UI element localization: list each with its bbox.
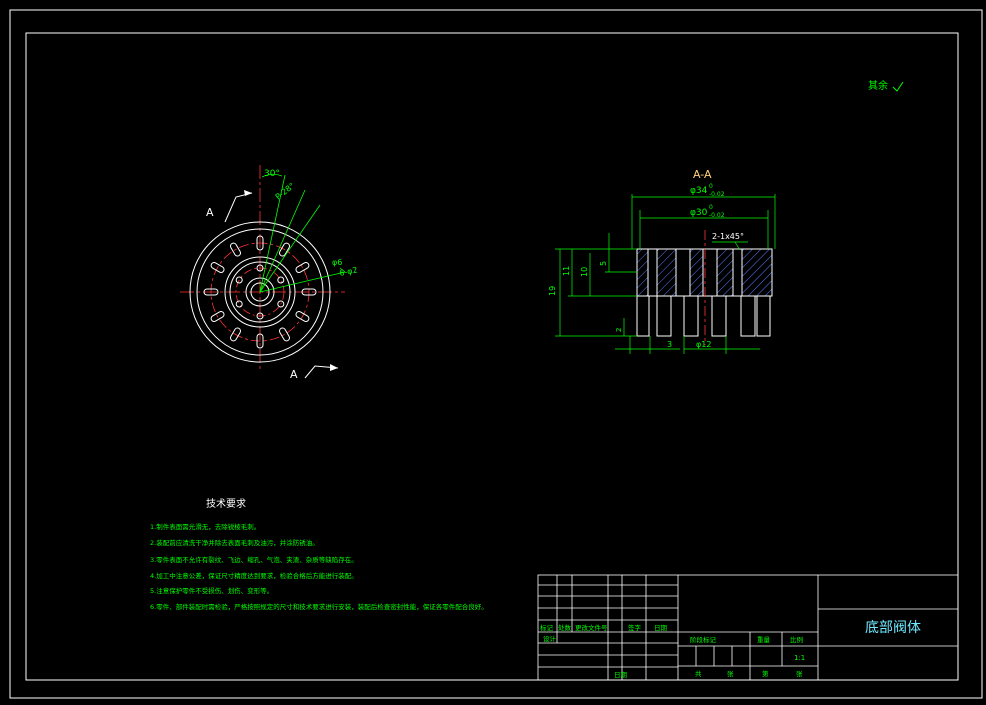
- leg-0: [636, 295, 650, 337]
- tech-req-item: 5.注意保护零件不受损伤、划伤、变形等。: [150, 586, 273, 595]
- tb-label: 处数: [558, 623, 572, 632]
- dim-d30-tol-lower: -0.02: [709, 212, 725, 219]
- tb-label: 第: [762, 669, 769, 678]
- cad-drawing: 其余 30° P-28° φ6 6-φ2 A A A-A φ34 0 -0.02…: [9, 9, 983, 699]
- dim-h19-label: 19: [548, 286, 557, 296]
- chamfer-label: 2-1x45°: [712, 232, 744, 241]
- tb-label: 更改文件号: [575, 623, 608, 632]
- tb-label: 共: [695, 669, 702, 678]
- dim-d30-tol-upper: 0: [709, 204, 713, 211]
- angle-leader-2: [259, 189, 306, 293]
- roughness-text: 其余: [868, 79, 888, 92]
- pitch-label: P-28°: [274, 181, 297, 201]
- leg-5: [756, 295, 771, 337]
- leg-2: [683, 295, 699, 337]
- section-arrowhead-top-icon: [244, 190, 252, 196]
- leg-4: [740, 295, 756, 337]
- bore-left: [647, 248, 658, 297]
- section-title: A-A: [693, 168, 712, 181]
- tb-label: 张: [796, 669, 803, 678]
- angle-label: 30°: [264, 169, 280, 179]
- section-view: A-A φ34 0 -0.02 φ30 0 -0.02 2-1x45° 19 1…: [548, 168, 776, 354]
- title-block-text: 标记 处数 更改文件号 签字 日期 设计 日期 阶段标记 重量 比例 1:1 共…: [540, 620, 921, 679]
- dim-h10-label: 10: [580, 267, 589, 277]
- tech-requirements: 技术要求 1.制件表面需光滑无，去除锐棱毛刺。 2.装配前应清洗干净并除去表面毛…: [150, 497, 488, 611]
- dim-h11-label: 11: [562, 266, 571, 276]
- hole-leader: [259, 271, 346, 293]
- hole-count-label: 6-φ2: [339, 265, 359, 278]
- roughness-symbol-icon: [892, 81, 904, 92]
- tb-label: 设计: [543, 634, 557, 643]
- tb-label: 张: [727, 669, 734, 678]
- dim-h2-label: 2: [615, 328, 623, 332]
- section-arrow-top: [224, 192, 253, 223]
- tb-label: 重量: [757, 636, 771, 644]
- bore-right: [732, 248, 743, 297]
- tb-label: 标记: [540, 623, 554, 632]
- leg-1: [656, 295, 672, 337]
- part-name-title: 底部阀体: [865, 620, 921, 636]
- dim-d34-label: φ34: [690, 186, 708, 196]
- dim-d30-label: φ30: [690, 208, 708, 218]
- section-arrowhead-bottom-icon: [330, 364, 338, 371]
- tb-label: 日期: [654, 624, 668, 632]
- tech-req-item: 3.零件表面不允许有裂纹、飞边、缩孔、气泡、夹渣、杂质等缺陷存在。: [150, 555, 358, 564]
- leg-3: [711, 295, 727, 337]
- hole-diameter-label: φ6: [332, 258, 342, 267]
- tb-label: 签字: [628, 623, 642, 632]
- dim-h5-label: 5: [599, 261, 608, 266]
- section-marker-top: A: [206, 206, 214, 219]
- tech-req-item: 1.制件表面需光滑无，去除锐棱毛刺。: [150, 522, 260, 531]
- dim-d34-tol-upper: 0: [709, 183, 713, 190]
- small-hole: [277, 276, 285, 284]
- front-view: 30° P-28° φ6 6-φ2 A A: [180, 165, 358, 381]
- dim-d34-tol-lower: -0.02: [709, 191, 725, 198]
- roughness-note: 其余: [868, 79, 904, 92]
- tech-req-item: 4.加工中注意公差，保证尺寸精度达到要求，检验合格后方能进行装配。: [150, 571, 358, 580]
- tb-label: 日期: [614, 671, 628, 679]
- tech-req-item: 2.装配前应清洗干净并除去表面毛刺及油污，并涂防锈油。: [150, 538, 319, 547]
- tb-label: 阶段标记: [690, 635, 717, 644]
- tb-scale: 1:1: [794, 654, 805, 662]
- dim-w3-label: 3: [667, 340, 672, 349]
- tech-req-heading: 技术要求: [206, 497, 246, 510]
- section-marker-bottom: A: [290, 368, 298, 381]
- dim-d12-label: φ12: [696, 340, 711, 349]
- bore-center-left: [675, 248, 691, 297]
- tech-req-item: 6.零件、部件装配时需检验，严格按照规定的尺寸和技术要求进行安装，装配后检查密封…: [150, 602, 488, 611]
- small-hole: [235, 300, 243, 308]
- tb-label: 比例: [790, 635, 803, 644]
